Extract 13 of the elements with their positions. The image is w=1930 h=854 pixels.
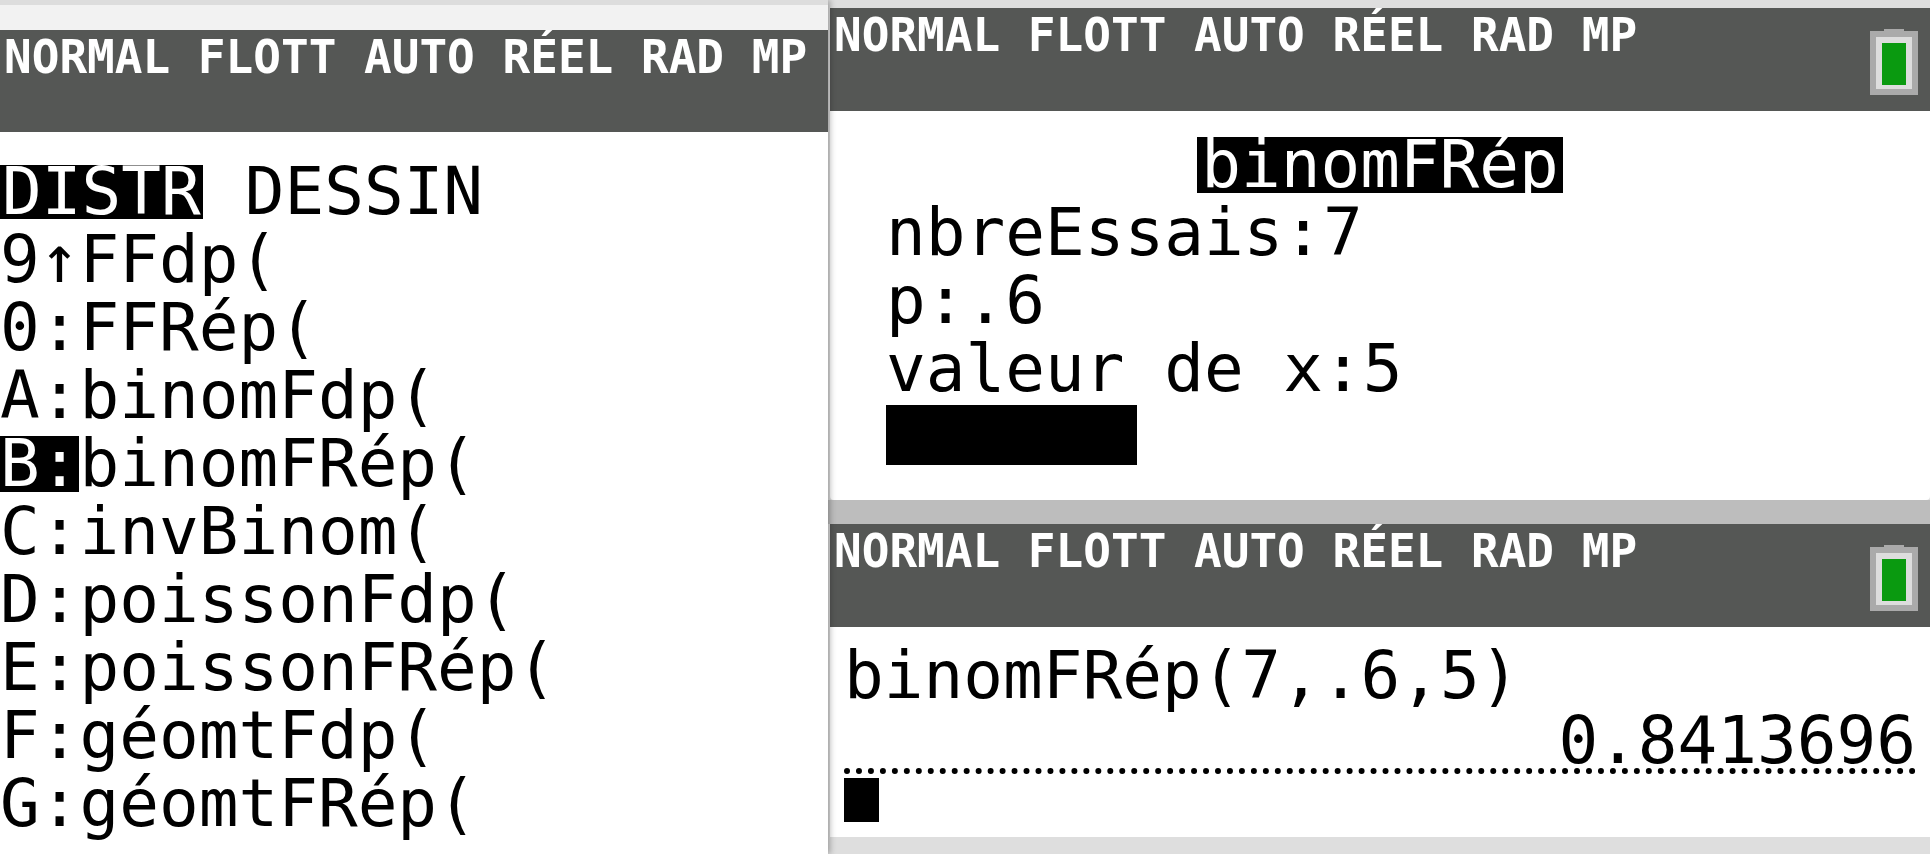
menu-tab[interactable]: DISTR: [0, 165, 203, 219]
battery-icon: [1870, 545, 1918, 611]
menu-item[interactable]: 9↑FFdp(: [0, 226, 828, 294]
status-text: NORMAL FLOTT AUTO RÉEL RAD MP: [4, 30, 808, 84]
expression-line: binomFRép(7,.6,5): [844, 642, 1521, 710]
battery-icon: [1870, 29, 1918, 95]
input-line: p:.6: [886, 267, 1046, 335]
menu-tab[interactable]: DESSIN: [242, 165, 486, 219]
menu-item[interactable]: D:poissonFdp(: [0, 566, 828, 634]
input-line: nbreEssais:7: [886, 199, 1364, 267]
text-cursor: [844, 778, 879, 822]
result-line: 0.8413696: [1557, 710, 1916, 772]
screen-title: binomFRép: [1197, 137, 1563, 193]
